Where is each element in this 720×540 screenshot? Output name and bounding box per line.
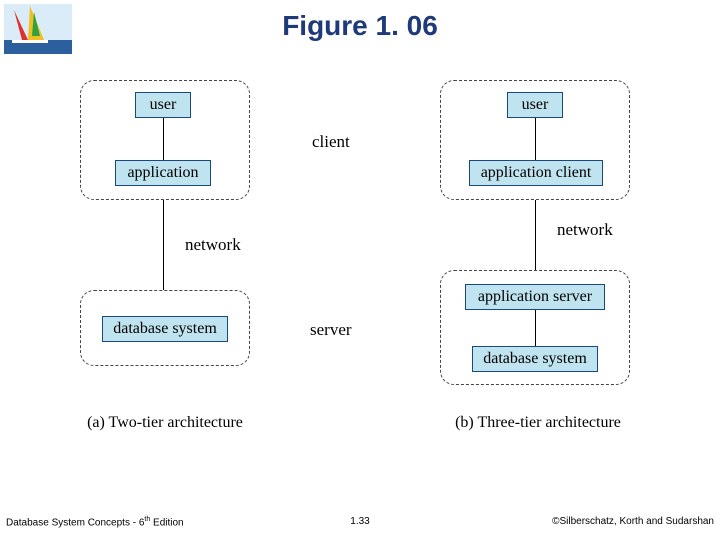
node-user-right: user bbox=[507, 92, 563, 118]
node-database-left: database system bbox=[102, 316, 228, 342]
label-network-left: network bbox=[185, 235, 241, 255]
connector bbox=[163, 200, 164, 290]
node-appclient-right: application client bbox=[469, 160, 603, 186]
footer-right: ©Silberschatz, Korth and Sudarshan bbox=[552, 516, 714, 527]
node-database-right: database system bbox=[472, 346, 598, 372]
label-network-right: network bbox=[557, 220, 613, 240]
connector bbox=[535, 118, 536, 160]
slide: Figure 1. 06 user application database s… bbox=[0, 0, 720, 540]
node-appserver-right: application server bbox=[465, 284, 605, 310]
connector bbox=[163, 118, 164, 160]
connector bbox=[535, 310, 536, 346]
slide-footer: Database System Concepts - 6th Edition 1… bbox=[0, 516, 720, 532]
slide-title: Figure 1. 06 bbox=[0, 10, 720, 42]
label-client: client bbox=[312, 132, 350, 152]
connector bbox=[535, 200, 536, 270]
label-server: server bbox=[310, 320, 352, 340]
node-application-left: application bbox=[115, 160, 211, 186]
caption-left: (a) Two-tier architecture bbox=[70, 414, 260, 432]
architecture-diagram: user application database system (a) Two… bbox=[60, 70, 660, 470]
caption-right: (b) Three-tier architecture bbox=[438, 414, 638, 432]
node-user-left: user bbox=[135, 92, 191, 118]
